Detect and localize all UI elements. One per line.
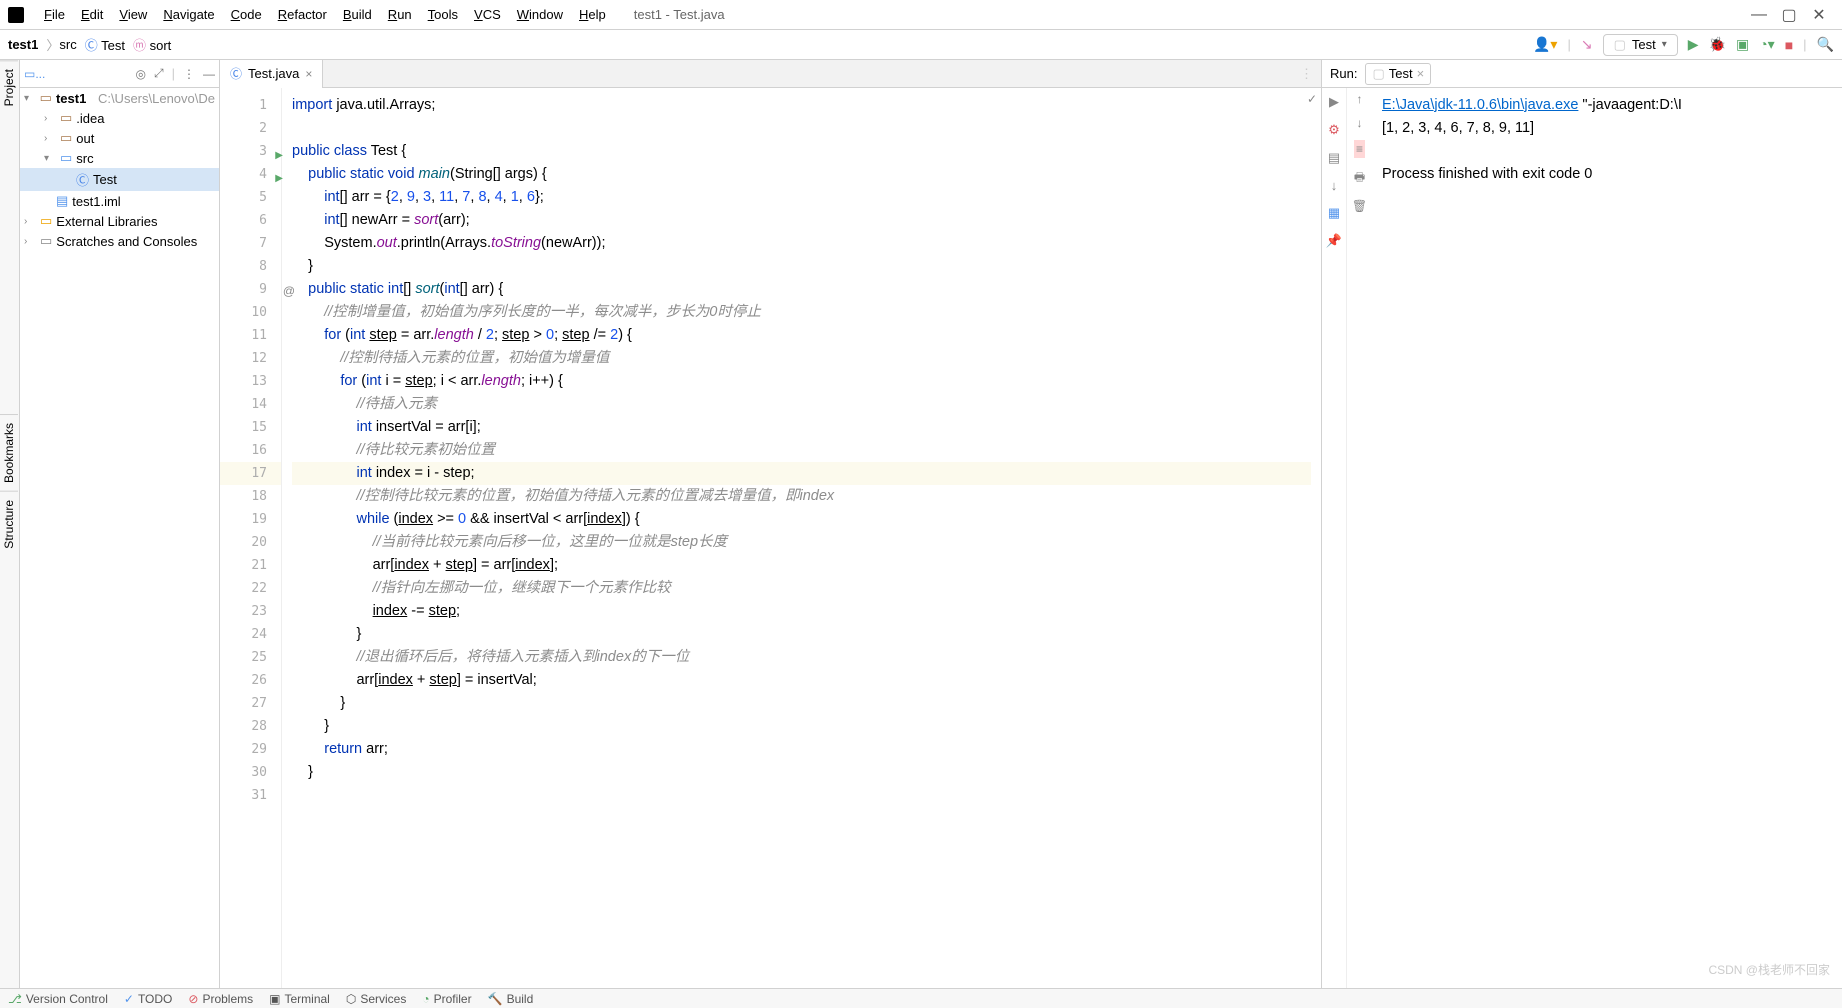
coverage-button[interactable]: ▣ bbox=[1736, 36, 1749, 53]
bb-build[interactable]: 🔨Build bbox=[488, 992, 534, 1006]
project-tool-tab[interactable]: Project bbox=[0, 60, 18, 114]
wrap-icon[interactable]: ≡ bbox=[1354, 140, 1365, 158]
run-panel: Run: ▢ Test × ▶ ⚙ ▤ ↓ ▦ 📌 ↑ ↓ ≡ 🖶 🗑 bbox=[1322, 60, 1842, 988]
tree-root[interactable]: ▾▭ test1 C:\Users\Lenovo\De bbox=[20, 88, 219, 108]
bottom-toolbar: ⎇Version Control ✓TODO ⊘Problems ▣Termin… bbox=[0, 988, 1842, 1008]
maximize-button[interactable]: ▢ bbox=[1774, 5, 1804, 25]
editor-panel: Ⓒ Test.java × ⋮ 123▶4▶56789@101112131415… bbox=[220, 60, 1322, 988]
menu-window[interactable]: Window bbox=[509, 0, 571, 30]
gutter: 123▶4▶56789@1011121314151617181920212223… bbox=[220, 88, 282, 988]
code-area[interactable]: import java.util.Arrays; public class Te… bbox=[282, 88, 1321, 988]
menu-help[interactable]: Help bbox=[571, 0, 614, 30]
minimize-button[interactable]: — bbox=[1744, 6, 1774, 24]
close-tab-icon[interactable]: × bbox=[305, 67, 312, 81]
editor-tabs: Ⓒ Test.java × ⋮ bbox=[220, 60, 1321, 88]
bb-profiler[interactable]: ◔Profiler bbox=[422, 992, 471, 1006]
menu-refactor[interactable]: Refactor bbox=[270, 0, 335, 30]
run-settings-icon[interactable]: ⚙ bbox=[1328, 122, 1340, 138]
output-array: [1, 2, 3, 4, 6, 7, 8, 9, 11] bbox=[1382, 117, 1832, 140]
tree-toolbar: ▭... ◎ ⤢ | ⋮ — bbox=[20, 60, 219, 88]
layout-icon[interactable]: ▦ bbox=[1328, 205, 1340, 221]
bookmarks-tool-tab[interactable]: Bookmarks bbox=[0, 414, 18, 491]
editor-tab-test[interactable]: Ⓒ Test.java × bbox=[220, 60, 323, 88]
tree-src[interactable]: ▾▭src bbox=[20, 148, 219, 168]
editor-more-icon[interactable]: ⋮ bbox=[1292, 66, 1321, 82]
tree-external-libraries[interactable]: ›▭External Libraries bbox=[20, 211, 219, 231]
menu-edit[interactable]: Edit bbox=[73, 0, 111, 30]
bb-problems[interactable]: ⊘Problems bbox=[188, 992, 253, 1006]
run-label: Run: bbox=[1330, 66, 1357, 81]
menu-file[interactable]: File bbox=[36, 0, 73, 30]
user-icon[interactable]: 👤▾ bbox=[1533, 36, 1557, 53]
bb-services[interactable]: ⬡Services bbox=[346, 992, 407, 1006]
up-icon[interactable]: ↑ bbox=[1357, 92, 1363, 106]
search-icon[interactable]: 🔍 bbox=[1817, 36, 1834, 53]
project-tree: ▭... ◎ ⤢ | ⋮ — ▾▭ test1 C:\Users\Lenovo\… bbox=[20, 60, 220, 988]
close-button[interactable]: ✕ bbox=[1804, 5, 1834, 25]
menu-build[interactable]: Build bbox=[335, 0, 380, 30]
menu-tools[interactable]: Tools bbox=[420, 0, 466, 30]
clear-icon[interactable]: 🗑 bbox=[1352, 199, 1367, 213]
breadcrumb-project[interactable]: test1 bbox=[8, 37, 38, 52]
profile-button[interactable]: ◔▾ bbox=[1759, 36, 1774, 53]
run-config-selector[interactable]: ▢ Test ▾ bbox=[1603, 34, 1678, 56]
tree-test-class[interactable]: ⒸTest bbox=[20, 168, 219, 191]
close-run-tab-icon[interactable]: × bbox=[1417, 66, 1425, 81]
debug-button[interactable]: 🐞 bbox=[1709, 36, 1726, 53]
tree-target-icon[interactable]: ◎ bbox=[136, 67, 146, 81]
run-toolbar-left: ▶ ⚙ ▤ ↓ ▦ 📌 bbox=[1322, 88, 1347, 988]
tree-scratches[interactable]: ›▭Scratches and Consoles bbox=[20, 231, 219, 251]
bb-todo[interactable]: ✓TODO bbox=[124, 992, 173, 1006]
tree-folder-icon[interactable]: ▭... bbox=[24, 67, 45, 81]
print-icon[interactable]: 🖶 bbox=[1354, 168, 1365, 189]
run-tab-test[interactable]: ▢ Test × bbox=[1365, 63, 1431, 85]
bb-terminal[interactable]: ▣Terminal bbox=[269, 992, 330, 1006]
breadcrumb-class[interactable]: Ⓒ Test bbox=[85, 35, 125, 54]
inspection-status-icon[interactable]: ✓ bbox=[1307, 92, 1317, 106]
tree-iml[interactable]: ▤test1.iml bbox=[20, 191, 219, 211]
tree-out[interactable]: ›▭out bbox=[20, 128, 219, 148]
watermark: CSDN @栈老师不回家 bbox=[1708, 961, 1830, 978]
stop-button[interactable]: ■ bbox=[1785, 37, 1793, 53]
tree-idea[interactable]: ›▭.idea bbox=[20, 108, 219, 128]
pin-icon[interactable]: 📌 bbox=[1326, 233, 1342, 249]
class-icon: Ⓒ bbox=[230, 65, 242, 82]
app-logo bbox=[8, 7, 24, 23]
menu-run[interactable]: Run bbox=[380, 0, 420, 30]
left-tool-strip: Project Bookmarks Structure bbox=[0, 60, 20, 988]
stop-icon[interactable]: ▤ bbox=[1328, 150, 1340, 166]
dump-icon[interactable]: ↓ bbox=[1331, 178, 1338, 193]
hammer-icon[interactable]: ↘ bbox=[1581, 36, 1593, 53]
window-title: test1 - Test.java bbox=[634, 7, 725, 22]
breadcrumb-method[interactable]: ⓜ sort bbox=[133, 35, 171, 54]
menubar: FileEditViewNavigateCodeRefactorBuildRun… bbox=[0, 0, 1842, 30]
tree-hide-icon[interactable]: — bbox=[203, 67, 215, 81]
tree-more-icon[interactable]: ⋮ bbox=[183, 67, 195, 81]
bb-version-control[interactable]: ⎇Version Control bbox=[8, 992, 108, 1006]
breadcrumb-src[interactable]: src bbox=[59, 37, 76, 52]
menu-vcs[interactable]: VCS bbox=[466, 0, 509, 30]
run-output[interactable]: E:\Java\jdk-11.0.6\bin\java.exe "-javaag… bbox=[1372, 88, 1842, 988]
menu-view[interactable]: View bbox=[111, 0, 155, 30]
menu-code[interactable]: Code bbox=[223, 0, 270, 30]
navigation-bar: test1 〉 src Ⓒ Test ⓜ sort 👤▾ | ↘ ▢ Test … bbox=[0, 30, 1842, 60]
run-toolbar-right: ↑ ↓ ≡ 🖶 🗑 bbox=[1347, 88, 1372, 988]
tree-expand-icon[interactable]: ⤢ bbox=[154, 66, 164, 81]
exit-message: Process finished with exit code 0 bbox=[1382, 163, 1832, 186]
java-exe-link[interactable]: E:\Java\jdk-11.0.6\bin\java.exe bbox=[1382, 97, 1578, 113]
down-icon[interactable]: ↓ bbox=[1357, 116, 1363, 130]
structure-tool-tab[interactable]: Structure bbox=[0, 491, 18, 557]
rerun-icon[interactable]: ▶ bbox=[1329, 94, 1339, 110]
menu-navigate[interactable]: Navigate bbox=[155, 0, 222, 30]
run-button[interactable]: ▶ bbox=[1688, 36, 1699, 53]
